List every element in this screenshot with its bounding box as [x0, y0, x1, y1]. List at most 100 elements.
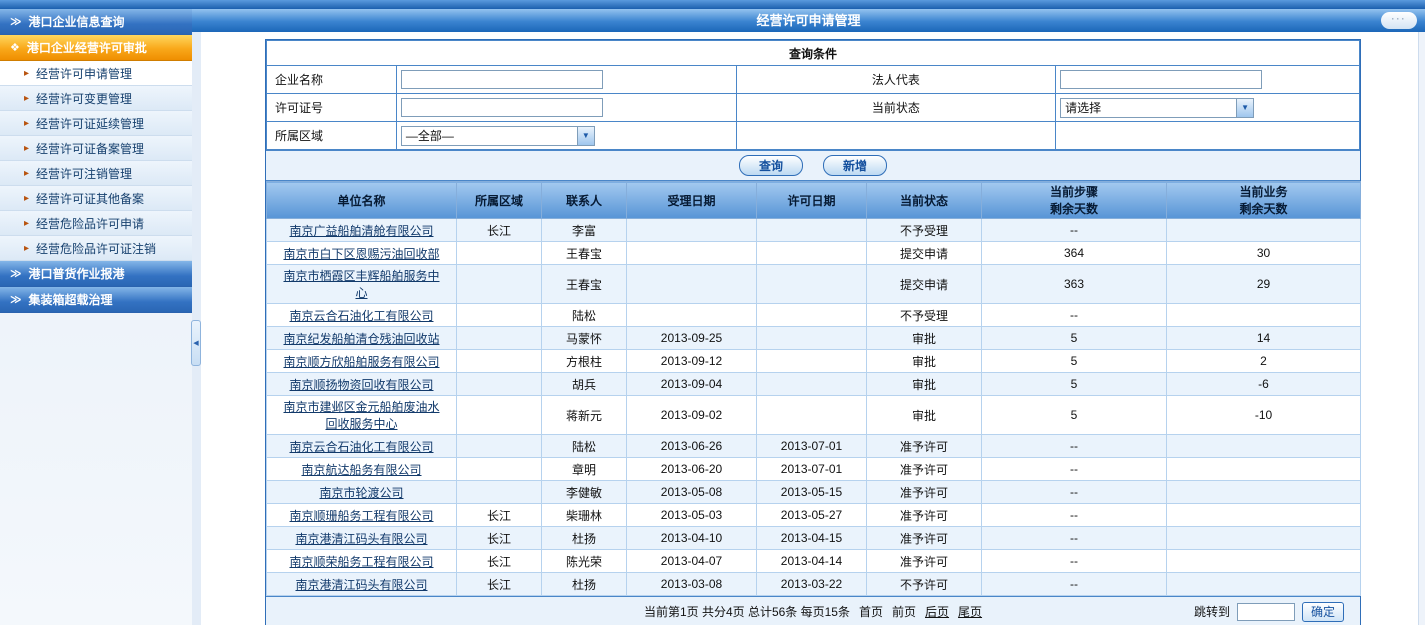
license-date-cell: 2013-05-15 — [757, 481, 867, 504]
sidebar-subitem[interactable]: ▸ 经营许可证延续管理 — [0, 111, 192, 136]
sidebar-item-container-overload[interactable]: ≫ 集装箱超载治理 — [0, 287, 192, 313]
legal-rep-input[interactable] — [1060, 70, 1262, 89]
sidebar-item-cargo-report[interactable]: ≫ 港口普货作业报港 — [0, 261, 192, 287]
sidebar-subitem[interactable]: ▸ 经营许可证其他备案 — [0, 186, 192, 211]
col-header-unit-name: 单位名称 — [267, 182, 457, 219]
accept-date-cell — [627, 265, 757, 304]
empty-cell — [736, 122, 1056, 150]
accept-date-cell: 2013-09-12 — [627, 350, 757, 373]
table-row: 南京云合石油化工有限公司 陆松 2013-06-26 2013-07-01 准予… — [267, 435, 1361, 458]
diamond-icon: ❖ — [10, 41, 20, 54]
sidebar: ≫ 港口企业信息查询 ❖ 港口企业经营许可审批 ▸ 经营许可申请管理 ▸ 经营许… — [0, 9, 192, 625]
sidebar-subitem[interactable]: ▸ 经营许可注销管理 — [0, 161, 192, 186]
company-link[interactable]: 南京顺扬物资回收有限公司 — [289, 378, 433, 392]
license-date-cell: 2013-05-27 — [757, 504, 867, 527]
contact-cell: 陆松 — [542, 435, 627, 458]
company-link[interactable]: 南京顺荣船务工程有限公司 — [289, 555, 433, 569]
search-button[interactable]: 查询 — [739, 155, 803, 176]
prev-page-link[interactable]: 前页 — [892, 603, 916, 620]
main-panel: 查询条件 企业名称 法人代表 许可证号 当前状态 — [265, 39, 1361, 625]
sidebar-subitem-label: 经营危险品许可申请 — [36, 215, 144, 232]
license-no-input[interactable] — [401, 98, 603, 117]
results-header-row: 单位名称 所属区域 联系人 受理日期 许可日期 当前状态 当前步骤 剩余天数 当… — [267, 182, 1361, 219]
contact-cell: 柴珊林 — [542, 504, 627, 527]
arrow-bullet-icon: ▸ — [24, 168, 29, 179]
results-table: 单位名称 所属区域 联系人 受理日期 许可日期 当前状态 当前步骤 剩余天数 当… — [266, 181, 1361, 596]
status-select[interactable]: 请选择 ▼ — [1060, 98, 1254, 118]
next-page-link[interactable]: 后页 — [925, 603, 949, 620]
jump-page-input[interactable] — [1237, 603, 1295, 621]
confirm-jump-button[interactable]: 确定 — [1302, 602, 1344, 622]
company-link[interactable]: 南京顺珊船务工程有限公司 — [289, 509, 433, 523]
sidebar-subitem-label: 经营许可变更管理 — [36, 90, 132, 107]
company-link[interactable]: 南京顺方欣船舶服务有限公司 — [283, 355, 439, 369]
accept-date-cell: 2013-09-25 — [627, 327, 757, 350]
table-row: 南京顺扬物资回收有限公司 胡兵 2013-09-04 审批 5 -6 — [267, 373, 1361, 396]
sidebar-subitem-label: 经营危险品许可证注销 — [36, 240, 156, 257]
accept-date-cell: 2013-04-07 — [627, 550, 757, 573]
company-name-input[interactable] — [401, 70, 603, 89]
empty-cell — [1056, 122, 1360, 150]
company-link[interactable]: 南京市白下区恩赐污油回收部 — [283, 247, 439, 261]
region-cell: 长江 — [457, 550, 542, 573]
region-cell: 长江 — [457, 527, 542, 550]
sidebar-collapse-handle[interactable]: ◀ — [191, 320, 201, 366]
add-button[interactable]: 新增 — [823, 155, 887, 176]
step-days-cell: -- — [982, 504, 1167, 527]
arrow-bullet-icon: ▸ — [24, 143, 29, 154]
last-page-link[interactable]: 尾页 — [958, 603, 982, 620]
company-link[interactable]: 南京市建邺区金元船舶废油水回收服务中心 — [283, 400, 439, 431]
sidebar-subitem[interactable]: ▸ 经营危险品许可申请 — [0, 211, 192, 236]
contact-cell: 陈光荣 — [542, 550, 627, 573]
col-header-accept-date: 受理日期 — [627, 182, 757, 219]
sidebar-item-enterprise-info[interactable]: ≫ 港口企业信息查询 — [0, 9, 192, 35]
license-date-cell — [757, 304, 867, 327]
status-cell: 准予许可 — [867, 550, 982, 573]
company-link[interactable]: 南京纪发船舶清仓残油回收站 — [283, 332, 439, 346]
collapse-arrow-icon: ◀ — [193, 339, 198, 347]
sidebar-subitem[interactable]: ▸ 经营许可证备案管理 — [0, 136, 192, 161]
company-link[interactable]: 南京航达船务有限公司 — [301, 463, 421, 477]
first-page-link[interactable]: 首页 — [859, 603, 883, 620]
jump-to-label: 跳转到 — [1194, 603, 1230, 620]
sidebar-subitem[interactable]: ▸ 经营许可申请管理 — [0, 61, 192, 86]
sidebar-subitem[interactable]: ▸ 经营危险品许可证注销 — [0, 236, 192, 261]
company-link[interactable]: 南京云合石油化工有限公司 — [289, 440, 433, 454]
region-cell — [457, 304, 542, 327]
contact-cell: 王春宝 — [542, 242, 627, 265]
biz-days-cell: 30 — [1167, 242, 1361, 265]
col-header-license-date: 许可日期 — [757, 182, 867, 219]
biz-days-cell — [1167, 219, 1361, 242]
company-link[interactable]: 南京云合石油化工有限公司 — [289, 309, 433, 323]
sidebar-item-license-approval[interactable]: ❖ 港口企业经营许可审批 — [0, 35, 192, 61]
license-date-cell: 2013-04-15 — [757, 527, 867, 550]
sidebar-section-label: 港口企业信息查询 — [29, 13, 125, 30]
license-date-cell — [757, 350, 867, 373]
table-row: 南京广益船舶清舱有限公司 长江 李富 不予受理 -- — [267, 219, 1361, 242]
company-link[interactable]: 南京港清江码头有限公司 — [295, 532, 427, 546]
step-days-cell: -- — [982, 458, 1167, 481]
accept-date-cell: 2013-09-04 — [627, 373, 757, 396]
biz-days-cell — [1167, 573, 1361, 596]
status-cell: 不予受理 — [867, 304, 982, 327]
biz-days-cell — [1167, 435, 1361, 458]
sidebar-subitem-label: 经营许可证备案管理 — [36, 140, 144, 157]
right-edge-strip — [1418, 32, 1425, 625]
step-days-cell: -- — [982, 481, 1167, 504]
step-days-cell: 363 — [982, 265, 1167, 304]
company-link[interactable]: 南京港清江码头有限公司 — [295, 578, 427, 592]
region-select[interactable]: —全部— ▼ — [401, 126, 595, 146]
company-link[interactable]: 南京市栖霞区丰辉船舶服务中心 — [283, 269, 439, 300]
sidebar-subitem-label: 经营许可注销管理 — [36, 165, 132, 182]
status-cell: 准予许可 — [867, 527, 982, 550]
sidebar-subitem[interactable]: ▸ 经营许可变更管理 — [0, 86, 192, 111]
company-link[interactable]: 南京广益船舶清舱有限公司 — [289, 224, 433, 238]
region-cell — [457, 242, 542, 265]
region-cell — [457, 435, 542, 458]
company-link[interactable]: 南京市轮渡公司 — [319, 486, 403, 500]
double-arrow-icon: ≫ — [10, 15, 22, 28]
accept-date-cell: 2013-09-02 — [627, 396, 757, 435]
table-row: 南京顺荣船务工程有限公司 长江 陈光荣 2013-04-07 2013-04-1… — [267, 550, 1361, 573]
contact-cell: 方根柱 — [542, 350, 627, 373]
table-row: 南京航达船务有限公司 章明 2013-06-20 2013-07-01 准予许可… — [267, 458, 1361, 481]
